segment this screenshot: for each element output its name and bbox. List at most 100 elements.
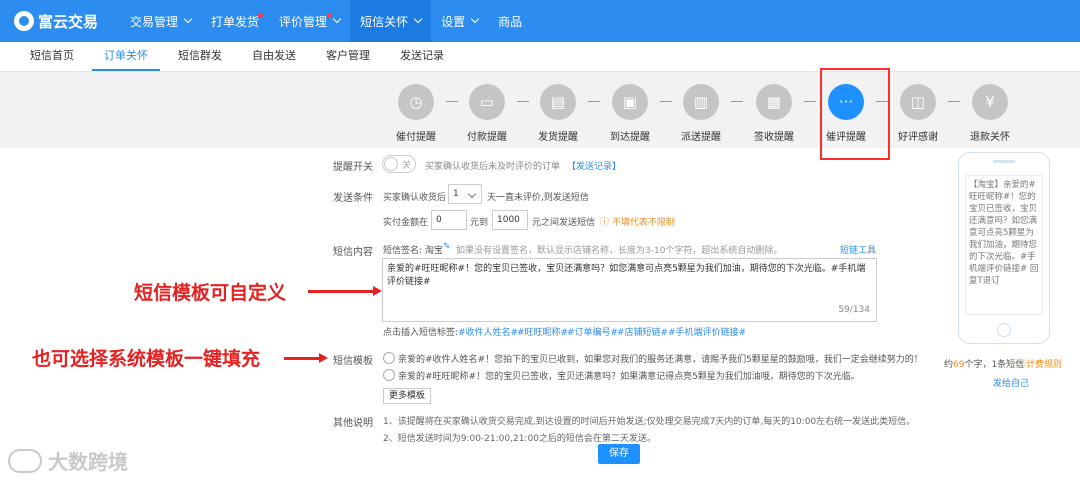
- nav-label: 交易管理: [130, 14, 179, 29]
- sms-content-textarea[interactable]: 亲爱的#旺旺昵称#！您的宝贝已签收，宝贝还满意吗？如您满意可点亮5颗星为我们加油…: [382, 258, 877, 322]
- step-label: 付款提醒: [467, 132, 507, 143]
- other-notes-label: 其他说明: [333, 418, 373, 429]
- step-label: 到达提醒: [610, 132, 650, 143]
- tab-customer-manage[interactable]: 客户管理: [314, 42, 382, 71]
- preview-text: 【淘宝】亲爱的#旺旺昵称#！您的宝贝已签收，宝贝还满意吗？如您满意可点亮5颗星为…: [965, 175, 1043, 315]
- tag-review-link[interactable]: #手机端评价链接#: [668, 325, 746, 338]
- chevron-down-icon: [413, 14, 423, 24]
- reminder-step-bar: ◷ 催付提醒 ▭ 付款提醒 ▤ 发货提醒 ▣ 到达提醒 ▥ 派送提醒 ▦ 签收提…: [0, 72, 1080, 148]
- amount-prefix: 实付金额在: [383, 218, 429, 228]
- edit-icon[interactable]: ✎: [443, 242, 451, 252]
- step-label: 签收提醒: [754, 132, 794, 143]
- tag-wangwang-nick[interactable]: #旺旺昵称#: [517, 325, 568, 338]
- watermark-text: 大数跨境: [48, 450, 128, 474]
- step-payment[interactable]: ▭ 付款提醒: [457, 84, 517, 143]
- count-chars: 69: [953, 360, 965, 370]
- step-delivery[interactable]: ▥ 派送提醒: [671, 84, 731, 143]
- active-step-highlight: [820, 68, 890, 160]
- template-text-2: 亲爱的#旺旺昵称#！您的宝贝已签收，宝贝还满意吗？如果满意记得点亮5颗星为我们加…: [398, 372, 860, 382]
- save-button[interactable]: 保存: [598, 444, 640, 464]
- info-icon: ⓘ: [1017, 360, 1027, 370]
- tag-shop-link[interactable]: #店铺短链#: [617, 325, 668, 338]
- tab-sms-home[interactable]: 短信首页: [18, 42, 86, 71]
- step-thanks[interactable]: ◫ 好评感谢: [888, 84, 948, 143]
- signature-label: 短信签名: 淘宝: [383, 246, 443, 256]
- truck-icon: ▤: [540, 84, 576, 120]
- notification-dot: [327, 13, 333, 18]
- amount-mid: 元到: [470, 218, 489, 228]
- tab-order-care[interactable]: 订单关怀: [92, 42, 160, 71]
- logo-icon: [14, 11, 34, 31]
- annotation-arrow-2: [284, 353, 328, 363]
- char-count: 约69个字，1条短信: [944, 357, 1024, 370]
- step-label: 发货提醒: [538, 132, 578, 143]
- nav-item-print-ship[interactable]: 打单发货: [201, 0, 269, 42]
- chevron-down-icon: [470, 14, 480, 24]
- step-divider: [731, 101, 743, 102]
- nav-item-trade[interactable]: 交易管理: [120, 0, 201, 42]
- char-counter: 59/134: [838, 305, 870, 315]
- watermark: 大数跨境: [8, 446, 128, 475]
- nav-label: 短信关怀: [360, 14, 409, 29]
- condition-prefix: 买家确认收货后: [383, 193, 447, 203]
- step-refund[interactable]: ¥ 退款关怀: [960, 84, 1020, 143]
- reminder-switch-label: 提醒开关: [333, 162, 373, 173]
- step-label: 催付提醒: [396, 132, 436, 143]
- count-mid: 个字，: [964, 360, 992, 370]
- chevron-down-icon: [183, 14, 193, 24]
- step-divider: [948, 101, 960, 102]
- annotation-custom-template: 短信模板可自定义: [134, 282, 287, 304]
- step-label: 退款关怀: [970, 132, 1010, 143]
- billing-rule-text: 计费规则: [1026, 360, 1063, 370]
- annotation-arrow-1: [308, 286, 382, 296]
- template-radio-2[interactable]: [383, 369, 395, 381]
- annotation-system-template: 也可选择系统模板一键填充: [32, 348, 261, 370]
- reminder-description: 买家确认收货后未及时评价的订单: [425, 162, 561, 172]
- step-arrival[interactable]: ▣ 到达提醒: [600, 84, 660, 143]
- send-record-link[interactable]: 【发送记录】: [567, 159, 621, 172]
- logo-text: 富云交易: [38, 12, 99, 31]
- step-shipping[interactable]: ▤ 发货提醒: [528, 84, 588, 143]
- tag-receiver-name[interactable]: #收件人姓名#: [458, 325, 518, 338]
- note-2: 2、短信发送时间为9:00-21:00,21:00之后的短信会在第二天发送。: [383, 434, 656, 444]
- nav-item-sms-care[interactable]: 短信关怀: [350, 0, 432, 42]
- nav-label: 商品: [498, 14, 523, 29]
- tab-sms-broadcast[interactable]: 短信群发: [166, 42, 234, 71]
- sign-icon: ▦: [756, 84, 792, 120]
- amount-max-input[interactable]: 1000: [492, 210, 528, 230]
- template-radio-1[interactable]: [383, 352, 395, 364]
- toggle-text: 关: [402, 161, 412, 171]
- amount-suffix: 元之间发送短信: [532, 218, 596, 228]
- chevron-down-icon: [467, 189, 477, 199]
- watermark-logo-icon: [8, 448, 42, 473]
- wallet-icon: ▭: [469, 84, 505, 120]
- nav-item-products[interactable]: 商品: [488, 0, 532, 42]
- app-logo[interactable]: 富云交易: [14, 11, 98, 32]
- delivery-icon: ▥: [683, 84, 719, 120]
- nav-label: 评价管理: [279, 14, 328, 29]
- amount-min-input[interactable]: 0: [431, 210, 467, 230]
- more-templates-button[interactable]: 更多模板: [383, 388, 431, 404]
- step-payment-urge[interactable]: ◷ 催付提醒: [386, 84, 446, 143]
- nav-item-settings[interactable]: 设置: [431, 0, 488, 42]
- tab-send-records[interactable]: 发送记录: [388, 42, 456, 71]
- tab-free-send[interactable]: 自由发送: [240, 42, 308, 71]
- step-divider: [804, 101, 816, 102]
- phone-preview: 【淘宝】亲爱的#旺旺昵称#！您的宝贝已签收，宝贝还满意吗？如您满意可点亮5颗星为…: [958, 152, 1050, 344]
- sub-nav: 短信首页 订单关怀 短信群发 自由发送 客户管理 发送记录: [0, 42, 1080, 72]
- tag-order-number[interactable]: #订单编号#: [567, 325, 618, 338]
- reminder-toggle[interactable]: 关: [382, 155, 416, 173]
- amount-note-text: 不填代表不限制: [611, 218, 675, 228]
- days-select[interactable]: 1: [448, 184, 482, 204]
- amount-note: ⓘ 不填代表不限制: [600, 215, 675, 228]
- step-signed[interactable]: ▦ 签收提醒: [744, 84, 804, 143]
- days-value: 1: [453, 189, 459, 199]
- template-text-1: 亲爱的#收件人姓名#！您拍下的宝贝已收到，如果您对我们的服务还满意，请赐予我们5…: [398, 355, 923, 365]
- sms-tool-link[interactable]: 短链工具: [840, 243, 876, 256]
- template-label: 短信模板: [333, 356, 373, 367]
- send-to-self-link[interactable]: 发给自己: [993, 376, 1029, 389]
- billing-rule-link[interactable]: ⓘ计费规则: [1017, 357, 1062, 370]
- nav-item-reviews[interactable]: 评价管理: [269, 0, 350, 42]
- step-divider: [588, 101, 600, 102]
- count-prefix: 约: [944, 360, 954, 370]
